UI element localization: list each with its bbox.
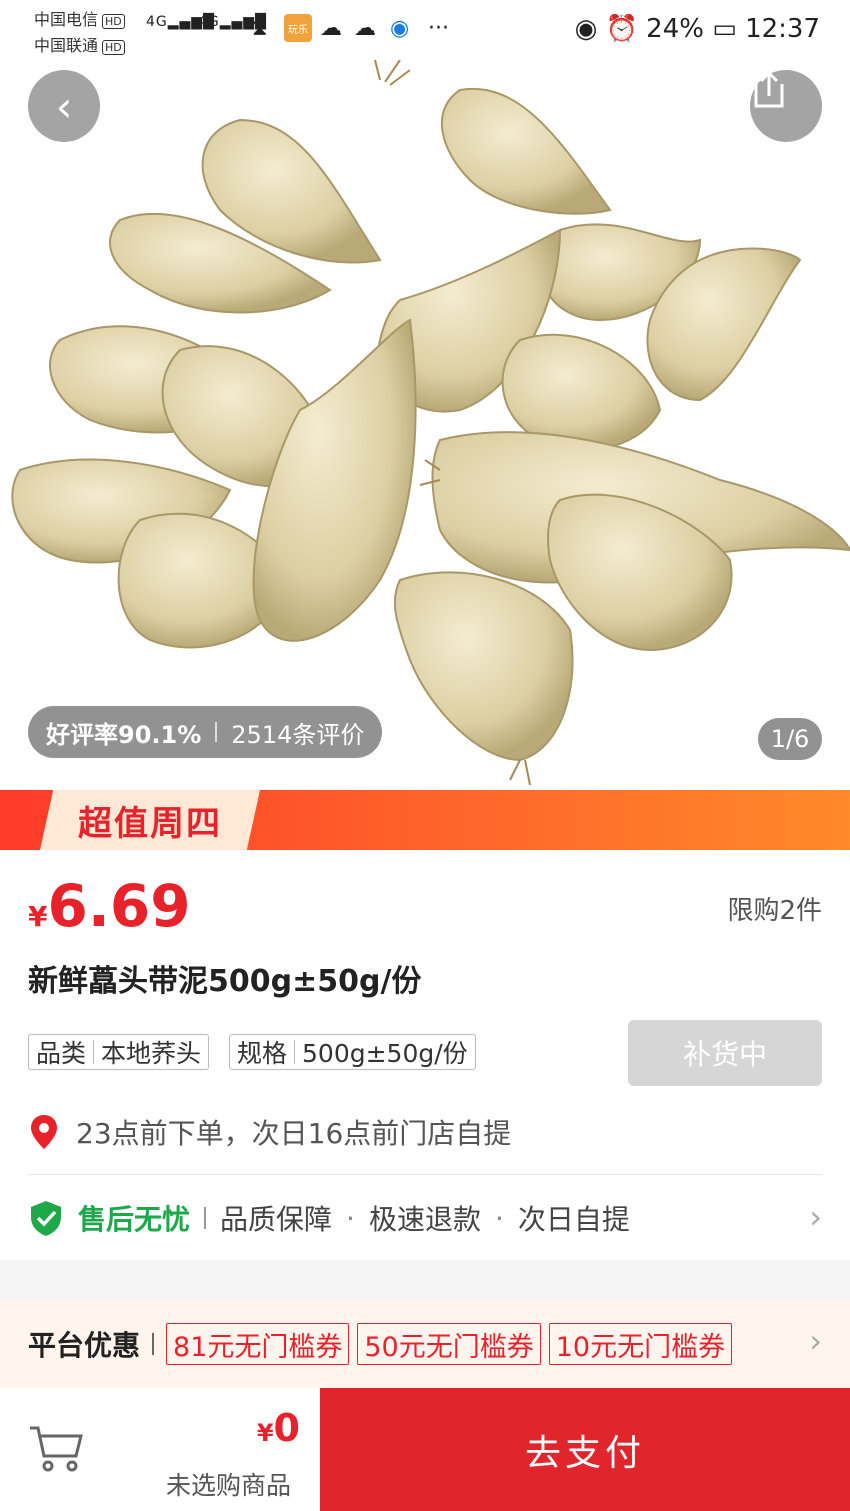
eye-icon: ◉ — [574, 14, 598, 44]
review-count: 2514条评价 — [231, 720, 365, 749]
product-info: ¥6.69 限购2件 新鲜藠头带泥500g±50g/份 品类 本地荞头 规格 500… — [0, 850, 850, 1260]
product-title: 新鲜藠头带泥500g±50g/份 — [28, 964, 422, 999]
price: ¥6.69 — [28, 872, 191, 940]
cart-status: 未选购商品 — [166, 1471, 292, 1500]
status-right: ◉ ⏰ 24% ▭ 12:37 — [575, 14, 820, 44]
cart-icon[interactable] — [28, 1422, 84, 1474]
after-sales-label: 售后无忧 — [78, 1203, 191, 1236]
pay-button[interactable]: 去支付 — [320, 1388, 850, 1511]
share-button[interactable] — [750, 70, 822, 142]
wechat-icon: ☁ — [320, 16, 342, 41]
after-sales-item: 次日自提 — [517, 1203, 630, 1236]
bulb-icon: ◉ — [390, 16, 410, 41]
after-sales-row[interactable]: 售后无忧 品质保障 · 极速退款 · 次日自提 — [28, 1198, 630, 1238]
coupon-label: 平台优惠 — [28, 1329, 141, 1362]
product-image-carousel[interactable]: ‹ 好评率90.1% 2514条评价 1/6 — [0, 60, 850, 790]
page-indicator: 1/6 — [758, 718, 822, 760]
alarm-icon: ⏰ — [605, 14, 638, 44]
coupon-item[interactable]: 10元无门槛券 — [548, 1323, 733, 1365]
battery-percent: 24% — [646, 14, 704, 44]
wechat-icon-2: ☁ — [354, 16, 376, 41]
coupon-item[interactable]: 81元无门槛券 — [166, 1323, 350, 1365]
share-icon — [754, 70, 784, 108]
promo-banner: 超值周四 — [0, 790, 850, 850]
cart-total: ¥0 — [256, 1406, 300, 1450]
battery-icon: ▭ — [712, 14, 737, 44]
after-sales-item: 品质保障 — [220, 1203, 333, 1236]
spec-size: 规格 500g±50g/份 — [229, 1034, 476, 1070]
rating-label: 好评率90.1% — [46, 720, 202, 749]
hourglass-icon: ⧗ — [252, 16, 268, 41]
chevron-left-icon: ‹ — [55, 81, 73, 131]
rating-summary[interactable]: 好评率90.1% 2514条评价 — [28, 706, 383, 758]
restock-button[interactable]: 补货中 — [628, 1020, 822, 1086]
back-button[interactable]: ‹ — [28, 70, 100, 142]
coupon-item[interactable]: 50元无门槛券 — [357, 1323, 541, 1365]
carrier-2: 中国联通 HD — [34, 32, 125, 56]
status-bar: 中国电信 HD 中国联通 HD 4G▂▄▆█ 4G▂▄▆█ ⧗ 玩乐 ☁ ☁ ◉ ·… — [0, 0, 850, 60]
app-badge-icon: 玩乐 — [284, 14, 312, 42]
location-pin-icon — [31, 1115, 57, 1149]
product-photo — [11, 60, 850, 786]
more-icon: ··· — [428, 16, 449, 41]
bottom-bar: ¥0 未选购商品 去支付 — [0, 1388, 850, 1511]
shield-check-icon — [31, 1201, 61, 1236]
pickup-info: 23点前下单，次日16点前门店自提 — [28, 1112, 511, 1152]
carrier-1: 中国电信 HD — [34, 6, 125, 30]
clock: 12:37 — [745, 14, 820, 44]
promo-tag: 超值周四 — [40, 790, 260, 850]
chevron-right-icon[interactable]: › — [809, 1198, 822, 1236]
spec-category: 品类 本地荞头 — [28, 1034, 210, 1070]
after-sales-item: 极速退款 — [368, 1203, 481, 1236]
platform-coupons[interactable]: 平台优惠 81元无门槛券 50元无门槛券 10元无门槛券 › — [0, 1300, 850, 1388]
chevron-right-icon[interactable]: › — [809, 1322, 822, 1360]
purchase-limit: 限购2件 — [727, 896, 822, 926]
